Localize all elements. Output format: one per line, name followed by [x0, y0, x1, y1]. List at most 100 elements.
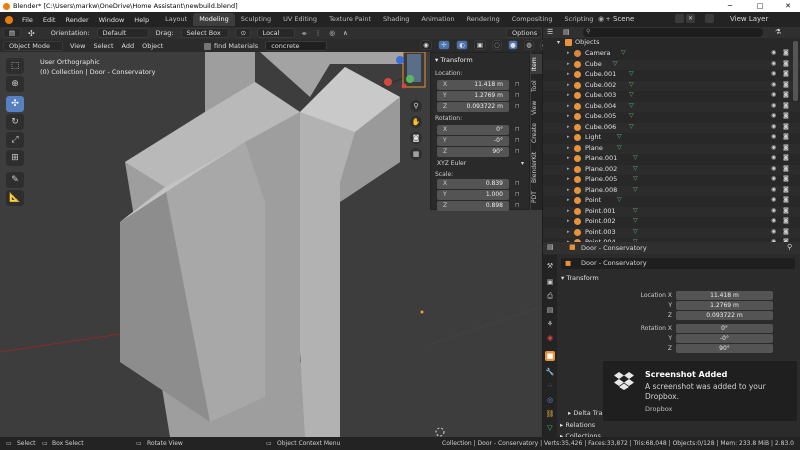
- visibility-eye-icon[interactable]: ◉: [771, 60, 776, 67]
- visibility-eye-icon[interactable]: ◉: [771, 217, 776, 224]
- mesh-data-icon[interactable]: ▽: [629, 123, 634, 130]
- tool-tab-icon[interactable]: ⚒: [545, 261, 555, 271]
- tab-pdt[interactable]: PDT: [531, 188, 542, 206]
- falloff-icon[interactable]: ∧: [339, 29, 352, 37]
- menu-window[interactable]: Window: [94, 16, 130, 24]
- mesh-data-icon[interactable]: ▽: [633, 154, 638, 161]
- visibility-eye-icon[interactable]: ◉: [771, 70, 776, 77]
- render-camera-icon[interactable]: ◙: [783, 123, 789, 130]
- outliner-item[interactable]: ▸ Point ▽ ◉ ◙: [543, 196, 800, 207]
- outliner-item[interactable]: ▸ Point.003 ▽ ◉ ◙: [543, 227, 800, 238]
- mesh-data-icon[interactable]: ▽: [613, 60, 618, 67]
- visibility-eye-icon[interactable]: ◉: [771, 49, 776, 56]
- solid-shading-icon[interactable]: ●: [508, 40, 518, 50]
- rotate-tool-icon[interactable]: ↻: [6, 114, 24, 130]
- visibility-eye-icon[interactable]: ◉: [771, 81, 776, 88]
- menu-render[interactable]: Render: [60, 16, 93, 24]
- prop-location-z-field[interactable]: 0.093722 m: [676, 311, 773, 320]
- render-camera-icon[interactable]: ◙: [783, 186, 789, 193]
- scale-z-field[interactable]: Z 0.898: [437, 201, 509, 211]
- tab-rendering[interactable]: Rendering: [461, 13, 506, 26]
- proportional-edit-icon[interactable]: ◎: [325, 29, 339, 37]
- outliner-item[interactable]: ▸ Cube.003 ▽ ◉ ◙: [543, 91, 800, 102]
- snap-icon[interactable]: ⌯: [298, 29, 311, 38]
- outliner-item[interactable]: ▸ Light ▽ ◉ ◙: [543, 133, 800, 144]
- location-y-field[interactable]: Y 1.2769 m: [437, 91, 509, 101]
- render-camera-icon[interactable]: ◙: [783, 81, 789, 88]
- render-camera-icon[interactable]: ◙: [783, 196, 789, 203]
- menu-edit[interactable]: Edit: [38, 16, 61, 24]
- close-button[interactable]: ✕: [774, 0, 800, 12]
- select-box-tool-icon[interactable]: ⬚: [6, 58, 24, 74]
- visibility-eye-icon[interactable]: ◉: [771, 165, 776, 172]
- chevron-right-icon[interactable]: ▸: [567, 50, 570, 56]
- location-z-field[interactable]: Z 0.093722 m: [437, 102, 509, 112]
- lock-icon[interactable]: ⊓: [515, 191, 523, 199]
- object-name-field[interactable]: ■ Door - Conservatory: [561, 258, 795, 269]
- mesh-data-icon[interactable]: ▽: [633, 175, 638, 182]
- render-camera-icon[interactable]: ◙: [783, 165, 789, 172]
- menu-add[interactable]: Add: [118, 42, 139, 50]
- render-camera-icon[interactable]: ◙: [783, 70, 789, 77]
- mesh-data-icon[interactable]: ▽: [617, 144, 622, 151]
- blender-menu-icon[interactable]: [5, 15, 13, 24]
- visibility-eye-icon[interactable]: ◉: [771, 144, 776, 151]
- outliner-item[interactable]: ▸ Camera ▽ ◉ ◙: [543, 49, 800, 60]
- render-camera-icon[interactable]: ◙: [783, 207, 789, 214]
- outliner-editor-icon[interactable]: ☰: [547, 28, 553, 36]
- lock-icon[interactable]: ⊓: [515, 202, 523, 210]
- tab-compositing[interactable]: Compositing: [506, 13, 559, 26]
- visibility-eye-icon[interactable]: ◉: [771, 228, 776, 235]
- tab-scripting[interactable]: Scripting: [559, 13, 600, 26]
- chevron-right-icon[interactable]: ▸: [567, 166, 570, 172]
- gizmo-icon[interactable]: ✢: [438, 40, 450, 50]
- cursor-tool-icon[interactable]: ⊕: [6, 76, 24, 92]
- render-camera-icon[interactable]: ◙: [783, 49, 789, 56]
- mesh-data-icon[interactable]: ▽: [633, 217, 638, 224]
- chevron-right-icon[interactable]: ▸: [567, 208, 570, 214]
- transform-panel-header[interactable]: ▾ Transform: [435, 56, 473, 64]
- tab-blenderkit[interactable]: BlenderKit: [531, 148, 542, 186]
- measure-tool-icon[interactable]: 📐: [6, 190, 24, 206]
- tab-create[interactable]: Create: [531, 120, 542, 146]
- transform-section-header[interactable]: ▾ Transform: [561, 274, 599, 282]
- visibility-eye-icon[interactable]: ◉: [771, 133, 776, 140]
- outliner-item[interactable]: ▸ Plane.005 ▽ ◉ ◙: [543, 175, 800, 186]
- view-layer-tab-icon[interactable]: ▤: [545, 305, 555, 315]
- render-camera-icon[interactable]: ◙: [783, 144, 789, 151]
- outliner-item[interactable]: ▸ Cube ▽ ◉ ◙: [543, 59, 800, 70]
- chevron-right-icon[interactable]: ▸: [567, 124, 570, 130]
- visibility-eye-icon[interactable]: ◉: [771, 154, 776, 161]
- render-tab-icon[interactable]: ▣: [545, 277, 555, 287]
- outliner-search-input[interactable]: ⚲: [583, 28, 763, 37]
- visibility-eye-icon[interactable]: ◉: [771, 196, 776, 203]
- pin-icon[interactable]: ⚲: [787, 243, 792, 251]
- chevron-right-icon[interactable]: ▸: [567, 103, 570, 109]
- zoom-icon[interactable]: ⚲: [410, 100, 422, 112]
- world-tab-icon[interactable]: ◉: [545, 333, 555, 343]
- scale-x-field[interactable]: X 0.839: [437, 179, 509, 189]
- scene-tab-icon[interactable]: ⚘: [545, 319, 555, 329]
- transform-icon[interactable]: ✣: [24, 29, 39, 38]
- visibility-eye-icon[interactable]: ◉: [771, 207, 776, 214]
- view-layer-selector[interactable]: View Layer: [730, 15, 768, 23]
- xray-icon[interactable]: ▣: [474, 40, 486, 50]
- constraints-tab-icon[interactable]: ⛓: [545, 409, 555, 419]
- physics-tab-icon[interactable]: ◎: [545, 395, 555, 405]
- mesh-data-icon[interactable]: ▽: [629, 91, 634, 98]
- mesh-data-icon[interactable]: ▽: [629, 81, 634, 88]
- outliner-item[interactable]: ▸ Plane.002 ▽ ◉ ◙: [543, 164, 800, 175]
- rotation-y-field[interactable]: Y -0°: [437, 136, 509, 146]
- outliner-scrollbar[interactable]: [793, 41, 798, 101]
- delete-scene-icon[interactable]: ✕: [686, 14, 695, 23]
- lock-icon[interactable]: ⊓: [515, 148, 523, 156]
- properties-editor-icon[interactable]: ▤: [547, 243, 554, 251]
- maximize-button[interactable]: □: [746, 0, 774, 12]
- mesh-data-icon[interactable]: ▽: [633, 186, 638, 193]
- dropbox-notification[interactable]: Screenshot Added A screenshot was added …: [602, 360, 798, 422]
- material-search-input[interactable]: concrete: [265, 41, 328, 51]
- render-camera-icon[interactable]: ◙: [783, 154, 789, 161]
- outliner-item[interactable]: ▸ Cube.006 ▽ ◉ ◙: [543, 122, 800, 133]
- chevron-right-icon[interactable]: ▸: [567, 218, 570, 224]
- chevron-right-icon[interactable]: ▸: [567, 113, 570, 119]
